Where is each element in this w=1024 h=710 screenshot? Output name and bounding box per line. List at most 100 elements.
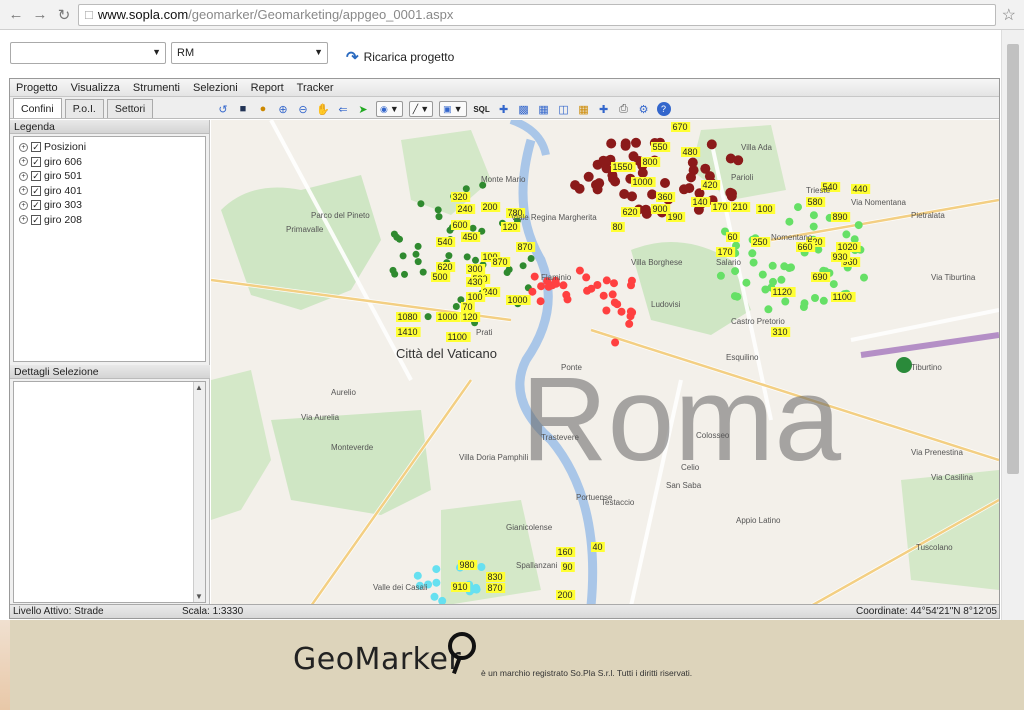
map-position-dot[interactable]: [432, 578, 441, 587]
zoom-out-icon[interactable]: ⊖: [296, 102, 310, 116]
map-value-label[interactable]: 580: [806, 197, 826, 207]
map-position-dot[interactable]: [606, 138, 617, 149]
map-value-label[interactable]: 250: [751, 237, 771, 247]
map-value-label[interactable]: 100: [756, 204, 776, 214]
map-position-dot[interactable]: [641, 208, 652, 219]
map-position-dot[interactable]: [608, 290, 617, 299]
map-value-label[interactable]: 620: [436, 262, 456, 272]
checkbox[interactable]: ✓: [31, 156, 41, 167]
map-position-dot[interactable]: [777, 275, 786, 284]
save-icon[interactable]: ■: [236, 102, 250, 116]
map-value-label[interactable]: 60: [726, 232, 740, 242]
map-value-label[interactable]: 540: [436, 237, 456, 247]
map-position-dot[interactable]: [611, 338, 620, 347]
map-value-label[interactable]: 870: [516, 242, 536, 252]
map-canvas[interactable]: 670550 4801550 8001000360 140420620 19080170…: [211, 120, 999, 606]
checkbox[interactable]: ✓: [31, 185, 41, 196]
map-value-label[interactable]: 870: [491, 257, 511, 267]
map-value-label[interactable]: 420: [701, 180, 721, 190]
map-position-dot[interactable]: [463, 253, 471, 261]
address-bar[interactable]: □ www.sopla.com/geomarker/Geomarketing/a…: [78, 3, 996, 26]
map-value-label[interactable]: 90: [561, 562, 575, 572]
map-position-dot[interactable]: [432, 565, 441, 574]
map-value-label[interactable]: 430: [466, 277, 486, 287]
map-value-label[interactable]: 910: [451, 582, 471, 592]
map-position-dot[interactable]: [725, 153, 736, 164]
map-position-dot[interactable]: [748, 249, 757, 258]
details-scrollbar[interactable]: ▲ ▼: [193, 382, 205, 602]
map-value-label[interactable]: 800: [641, 157, 661, 167]
draw-dropdown[interactable]: ╱ ▼: [408, 101, 434, 117]
map-position-dot[interactable]: [424, 313, 432, 321]
pin-icon[interactable]: ✚: [497, 102, 511, 116]
map-position-dot[interactable]: [687, 157, 698, 168]
map-position-dot[interactable]: [686, 172, 696, 183]
map-value-label[interactable]: 660: [796, 242, 816, 252]
map-value-label[interactable]: 550: [651, 142, 671, 152]
map-view[interactable]: 670 550 480 1550 800 1000 360 140 420 620 190 80 170…: [211, 120, 999, 606]
legend-item[interactable]: + ✓ giro 208: [19, 213, 200, 228]
layers-icon[interactable]: ●: [256, 102, 270, 116]
map-position-dot[interactable]: [608, 173, 618, 184]
expand-icon[interactable]: +: [19, 171, 28, 181]
map-value-label[interactable]: 360: [656, 192, 676, 202]
map-position-dot[interactable]: [726, 191, 737, 202]
map-position-dot[interactable]: [781, 297, 790, 306]
map-position-dot[interactable]: [617, 307, 626, 316]
expand-icon[interactable]: +: [19, 142, 28, 152]
map-value-label[interactable]: 1080: [396, 312, 421, 322]
map-position-dot[interactable]: [785, 217, 794, 226]
map-value-label[interactable]: 70: [461, 302, 475, 312]
map-position-dot[interactable]: [842, 230, 851, 239]
map-position-dot[interactable]: [706, 139, 717, 150]
tab-confini[interactable]: Confini: [13, 98, 62, 118]
map-value-label[interactable]: 170: [716, 247, 736, 257]
map-position-dot[interactable]: [854, 221, 863, 230]
map-value-label[interactable]: 1000: [631, 177, 656, 187]
map-position-dot[interactable]: [811, 294, 819, 302]
select-dropdown[interactable]: ▣ ▼: [439, 101, 467, 117]
page-scrollbar[interactable]: [1001, 30, 1024, 620]
map-position-dot[interactable]: [401, 270, 408, 278]
menu-strumenti[interactable]: Strumenti: [133, 82, 180, 94]
map-position-dot[interactable]: [528, 287, 537, 296]
project-select[interactable]: ▼: [10, 42, 166, 64]
map-value-label[interactable]: 1100: [831, 292, 856, 302]
map-position-dot[interactable]: [413, 571, 422, 580]
map-position-dot[interactable]: [602, 306, 611, 315]
forward-icon[interactable]: →: [30, 5, 50, 25]
map-position-dot[interactable]: [445, 252, 453, 260]
map-position-dot[interactable]: [598, 155, 609, 166]
map-value-label[interactable]: 240: [456, 204, 476, 214]
map-position-dot[interactable]: [559, 281, 568, 290]
map-value-label[interactable]: 890: [831, 212, 851, 222]
map-position-dot[interactable]: [768, 261, 777, 270]
map-position-dot[interactable]: [809, 222, 818, 231]
legend-item[interactable]: + ✓ giro 606: [19, 155, 200, 170]
menu-report[interactable]: Report: [251, 82, 284, 94]
bookmark-star-icon[interactable]: ☆: [1002, 5, 1016, 25]
legend-item[interactable]: + ✓ giro 401: [19, 184, 200, 199]
legend-item[interactable]: + ✓ Posizioni: [19, 140, 200, 155]
map-position-dot[interactable]: [390, 230, 398, 238]
zoom-in-icon[interactable]: ⊕: [276, 102, 290, 116]
map-position-dot[interactable]: [563, 295, 572, 304]
map-position-dot[interactable]: [505, 266, 513, 273]
map-position-dot[interactable]: [627, 191, 637, 202]
map-position-dot[interactable]: [599, 291, 608, 300]
map-value-label[interactable]: 1410: [396, 327, 421, 337]
map-value-label[interactable]: 320: [451, 192, 471, 202]
map-value-label[interactable]: 900: [651, 204, 671, 214]
menu-progetto[interactable]: Progetto: [16, 82, 58, 94]
map-value-label[interactable]: 200: [481, 202, 501, 212]
help-icon[interactable]: ?: [656, 102, 671, 116]
map-position-dot[interactable]: [583, 286, 592, 295]
map-value-label[interactable]: 1550: [611, 162, 636, 172]
map-value-label[interactable]: 140: [691, 197, 711, 207]
map-position-dot[interactable]: [758, 270, 767, 279]
map-value-label[interactable]: 120: [461, 312, 481, 322]
map-position-dot[interactable]: [679, 184, 689, 195]
map-value-label[interactable]: 500: [431, 272, 451, 282]
map-value-label[interactable]: 870: [486, 583, 506, 593]
map-position-dot[interactable]: [628, 151, 639, 162]
